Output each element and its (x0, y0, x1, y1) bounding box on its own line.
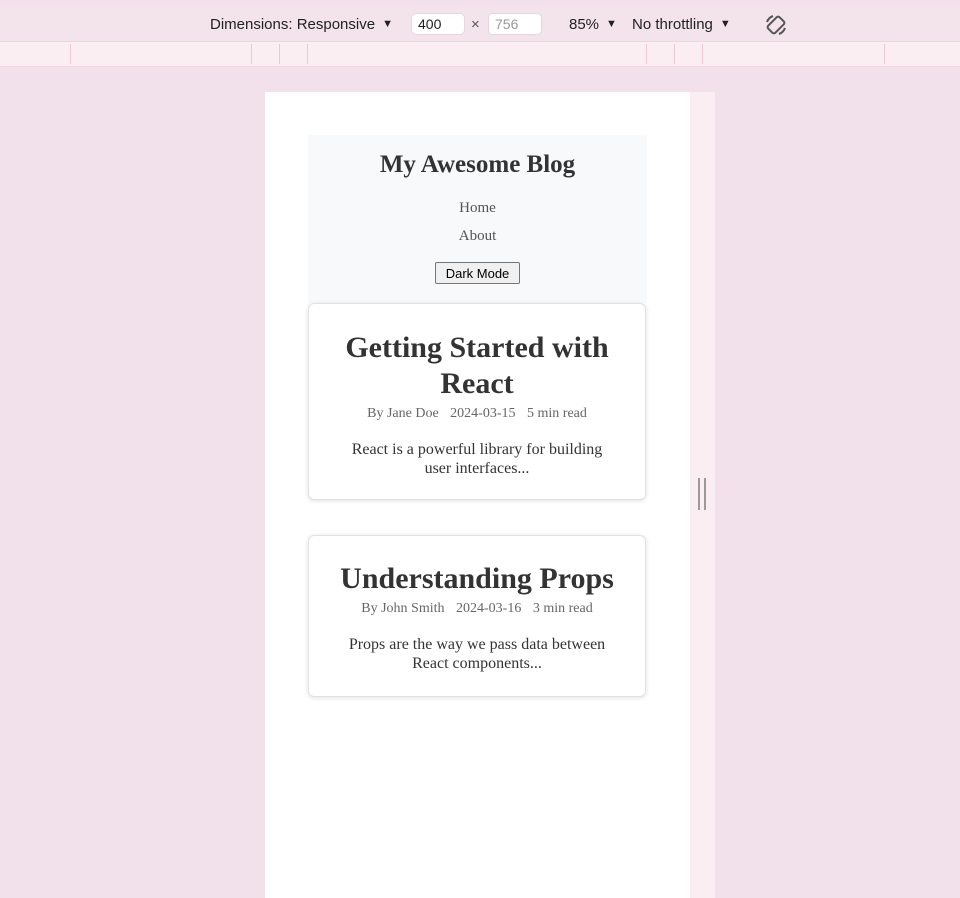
post-author: By John Smith (361, 601, 445, 616)
caret-down-icon: ▼ (382, 18, 393, 30)
ruler-tick (646, 44, 647, 64)
ruler-tick (702, 44, 703, 64)
times-separator: × (471, 16, 480, 33)
post-title[interactable]: Understanding Props (327, 561, 627, 597)
zoom-dropdown[interactable]: 85% ▼ (569, 7, 617, 41)
device-toolbar: Dimensions: Responsive ▼ × 85% ▼ No thro… (0, 7, 960, 42)
caret-down-icon: ▼ (719, 18, 731, 30)
post-date: 2024-03-15 (450, 406, 516, 421)
width-input[interactable] (411, 13, 465, 35)
rotate-icon[interactable] (764, 13, 788, 37)
caret-down-icon: ▼ (606, 18, 617, 30)
post-date: 2024-03-16 (456, 601, 522, 616)
post-card[interactable]: Getting Started with React By Jane Doe 2… (308, 303, 646, 500)
dark-mode-button[interactable]: Dark Mode (435, 262, 520, 284)
post-read-time: 3 min read (532, 601, 593, 616)
resize-handle[interactable] (698, 478, 706, 510)
throttling-label: No throttling (632, 15, 713, 33)
nav-link-home[interactable]: Home (308, 200, 647, 217)
device-viewport: My Awesome Blog Home About Dark Mode Get… (265, 92, 690, 898)
zoom-label: 85% (569, 15, 600, 33)
ruler-tick (674, 44, 675, 64)
dimensions-label: Dimensions: Responsive (210, 15, 376, 33)
throttling-dropdown[interactable]: No throttling ▼ (632, 7, 731, 41)
dimensions-dropdown[interactable]: Dimensions: Responsive ▼ (210, 7, 393, 41)
post-excerpt: React is a powerful library for building… (351, 441, 603, 477)
media-query-ruler[interactable] (0, 42, 960, 67)
height-input[interactable] (488, 13, 542, 35)
ruler-tick (251, 44, 252, 64)
post-excerpt: Props are the way we pass data between R… (348, 636, 606, 672)
ruler-tick (307, 44, 308, 64)
blog-title: My Awesome Blog (379, 151, 576, 178)
blog-header: My Awesome Blog Home About Dark Mode (308, 135, 647, 303)
post-title[interactable]: Getting Started with React (327, 330, 627, 402)
ruler-tick (884, 44, 885, 64)
post-meta: By John Smith 2024-03-16 3 min read (309, 601, 645, 617)
post-card[interactable]: Understanding Props By John Smith 2024-0… (308, 535, 646, 697)
post-read-time: 5 min read (527, 406, 587, 421)
post-meta: By Jane Doe 2024-03-15 5 min read (309, 406, 645, 422)
nav-link-about[interactable]: About (308, 228, 647, 245)
ruler-tick (279, 44, 280, 64)
post-author: By Jane Doe (367, 406, 439, 421)
ruler-tick (70, 44, 71, 64)
